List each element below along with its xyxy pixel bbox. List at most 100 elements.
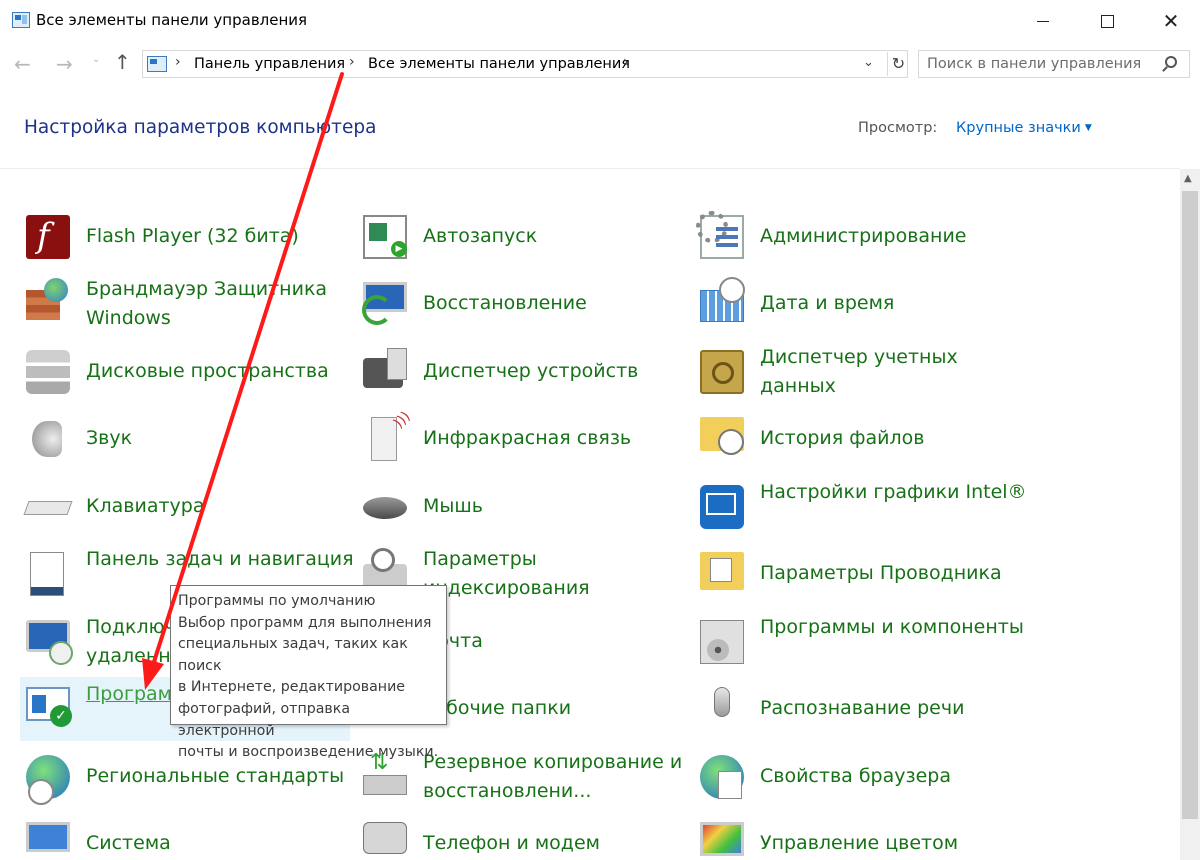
- close-button[interactable]: ✕: [1142, 0, 1200, 42]
- item-admin-tools[interactable]: Администрирование: [694, 205, 1024, 269]
- breadcrumb-all-items[interactable]: Все элементы панели управления: [368, 56, 630, 72]
- file-history-icon: [700, 417, 744, 455]
- header-divider: [0, 168, 1180, 169]
- item-label: Звук: [86, 427, 133, 449]
- chevron-down-icon: ▼: [1084, 123, 1092, 133]
- firewall-icon: [26, 278, 68, 320]
- speaker-icon: [32, 421, 62, 457]
- item-firewall[interactable]: Брандмауэр Защитника Windows: [20, 272, 350, 336]
- item-label: Брандмауэр Защитника Windows: [86, 278, 328, 329]
- up-arrow-icon[interactable]: ↑: [114, 50, 131, 74]
- flash-player-icon: [26, 215, 70, 259]
- item-label: Диспетчер учетных данных: [760, 346, 958, 397]
- item-label: Телефон и модем: [423, 832, 600, 854]
- search-box[interactable]: [918, 50, 1190, 78]
- breadcrumb-control-panel[interactable]: Панель управления: [194, 56, 345, 72]
- tooltip-title: Программы по умолчанию: [178, 593, 376, 609]
- item-label: Автозапуск: [423, 225, 538, 247]
- item-label: Региональные стандарты: [86, 765, 345, 787]
- minimize-button[interactable]: [1014, 0, 1072, 42]
- item-label: Параметры Проводника: [760, 562, 1002, 584]
- tooltip-line: в Интернете, редактирование: [178, 679, 406, 696]
- scrollbar-thumb[interactable]: [1182, 191, 1198, 819]
- storage-spaces-icon: [26, 350, 70, 394]
- item-speech-recognition[interactable]: Распознавание речи: [694, 677, 1024, 741]
- item-phone-modem[interactable]: Телефон и модем: [357, 812, 687, 860]
- item-storage-spaces[interactable]: Дисковые пространства: [20, 340, 350, 404]
- item-keyboard[interactable]: Клавиатура: [20, 475, 350, 539]
- item-date-time[interactable]: Дата и время: [694, 272, 1024, 336]
- microphone-icon: [714, 687, 730, 717]
- tooltip: Программы по умолчанию Выбор программ дл…: [170, 585, 447, 760]
- view-mode-value: Крупные значки: [956, 120, 1081, 136]
- breadcrumb-separator-icon[interactable]: ›: [349, 54, 355, 70]
- item-label: Flash Player (32 бита): [86, 225, 299, 247]
- recent-locations-chevron-icon[interactable]: ⌄: [92, 54, 100, 65]
- region-icon: [26, 755, 70, 805]
- internet-options-icon: [700, 755, 744, 799]
- item-flash-player[interactable]: Flash Player (32 бита): [20, 205, 350, 269]
- autoplay-icon: [363, 215, 407, 259]
- programs-features-icon: [700, 620, 744, 664]
- item-recovery[interactable]: Восстановление: [357, 272, 687, 336]
- item-system[interactable]: Система: [20, 812, 350, 860]
- item-file-history[interactable]: История файлов: [694, 407, 1024, 471]
- item-label: Настройки графики Intel®: [760, 481, 1027, 503]
- credential-manager-icon: [700, 350, 744, 394]
- taskbar-icon: [30, 552, 64, 596]
- item-intel-graphics[interactable]: Настройки графики Intel®: [694, 475, 1027, 539]
- title-bar: Все элементы панели управления ✕: [0, 0, 1200, 42]
- item-label: Рабочие папки: [423, 697, 572, 719]
- tooltip-line: Выбор программ для выполнения: [178, 614, 432, 631]
- system-icon: [26, 822, 70, 852]
- breadcrumb-separator-icon[interactable]: ›: [175, 54, 181, 70]
- back-arrow-icon[interactable]: ←: [14, 52, 31, 76]
- item-label: Дисковые пространства: [86, 360, 329, 382]
- address-dropdown-icon[interactable]: ⌄: [863, 55, 874, 70]
- mouse-icon: [363, 497, 407, 519]
- item-label: Панель задач и навигация: [86, 548, 354, 570]
- color-management-icon: [700, 822, 744, 856]
- control-panel-icon: [12, 12, 30, 28]
- maximize-button[interactable]: [1078, 0, 1136, 42]
- intel-graphics-icon: [700, 485, 744, 529]
- item-label: Почта: [423, 630, 483, 652]
- search-icon[interactable]: [1165, 56, 1177, 68]
- item-label: Мышь: [423, 495, 483, 517]
- item-programs-features[interactable]: Программы и компоненты: [694, 610, 1024, 674]
- item-explorer-options[interactable]: Параметры Проводника: [694, 542, 1024, 606]
- explorer-options-icon: [700, 552, 744, 590]
- address-bar[interactable]: › Панель управления › Все элементы панел…: [142, 50, 908, 78]
- view-mode-dropdown[interactable]: Крупные значки ▼: [956, 120, 1092, 136]
- forward-arrow-icon[interactable]: →: [56, 52, 73, 76]
- item-label: Распознавание речи: [760, 697, 965, 719]
- recovery-icon: [362, 282, 407, 325]
- backup-icon: [363, 750, 407, 795]
- breadcrumb-separator-icon[interactable]: ›: [623, 54, 629, 70]
- item-label: Управление цветом: [760, 832, 959, 854]
- item-sound[interactable]: Звук: [20, 407, 350, 471]
- item-label: Свойства браузера: [760, 765, 951, 787]
- close-icon: ✕: [1162, 9, 1180, 33]
- search-input[interactable]: [927, 54, 1157, 74]
- item-infrared[interactable]: Инфракрасная связь: [357, 407, 687, 471]
- item-label: Резервное копирование и восстановлени...: [423, 751, 683, 802]
- item-internet-options[interactable]: Свойства браузера: [694, 745, 1024, 809]
- vertical-scrollbar[interactable]: ▲: [1180, 169, 1200, 860]
- item-label: История файлов: [760, 427, 925, 449]
- window-title: Все элементы панели управления: [36, 11, 308, 29]
- item-device-manager[interactable]: Диспетчер устройств: [357, 340, 687, 404]
- item-credential-manager[interactable]: Диспетчер учетных данных: [694, 340, 1024, 404]
- item-autoplay[interactable]: Автозапуск: [357, 205, 687, 269]
- maximize-icon: [1100, 14, 1114, 28]
- item-label: Программы и компоненты: [760, 616, 1024, 638]
- scroll-up-icon[interactable]: ▲: [1184, 173, 1192, 184]
- navigation-bar: ← → ⌄ ↑ › Панель управления › Все элемен…: [0, 42, 1200, 86]
- item-mouse[interactable]: Мышь: [357, 475, 687, 539]
- control-panel-icon: [147, 56, 167, 72]
- item-color-management[interactable]: Управление цветом: [694, 812, 1024, 860]
- remote-desktop-icon: [26, 620, 73, 665]
- item-label: Восстановление: [423, 292, 587, 314]
- device-manager-icon: [363, 348, 407, 388]
- refresh-icon[interactable]: ↻: [887, 52, 909, 76]
